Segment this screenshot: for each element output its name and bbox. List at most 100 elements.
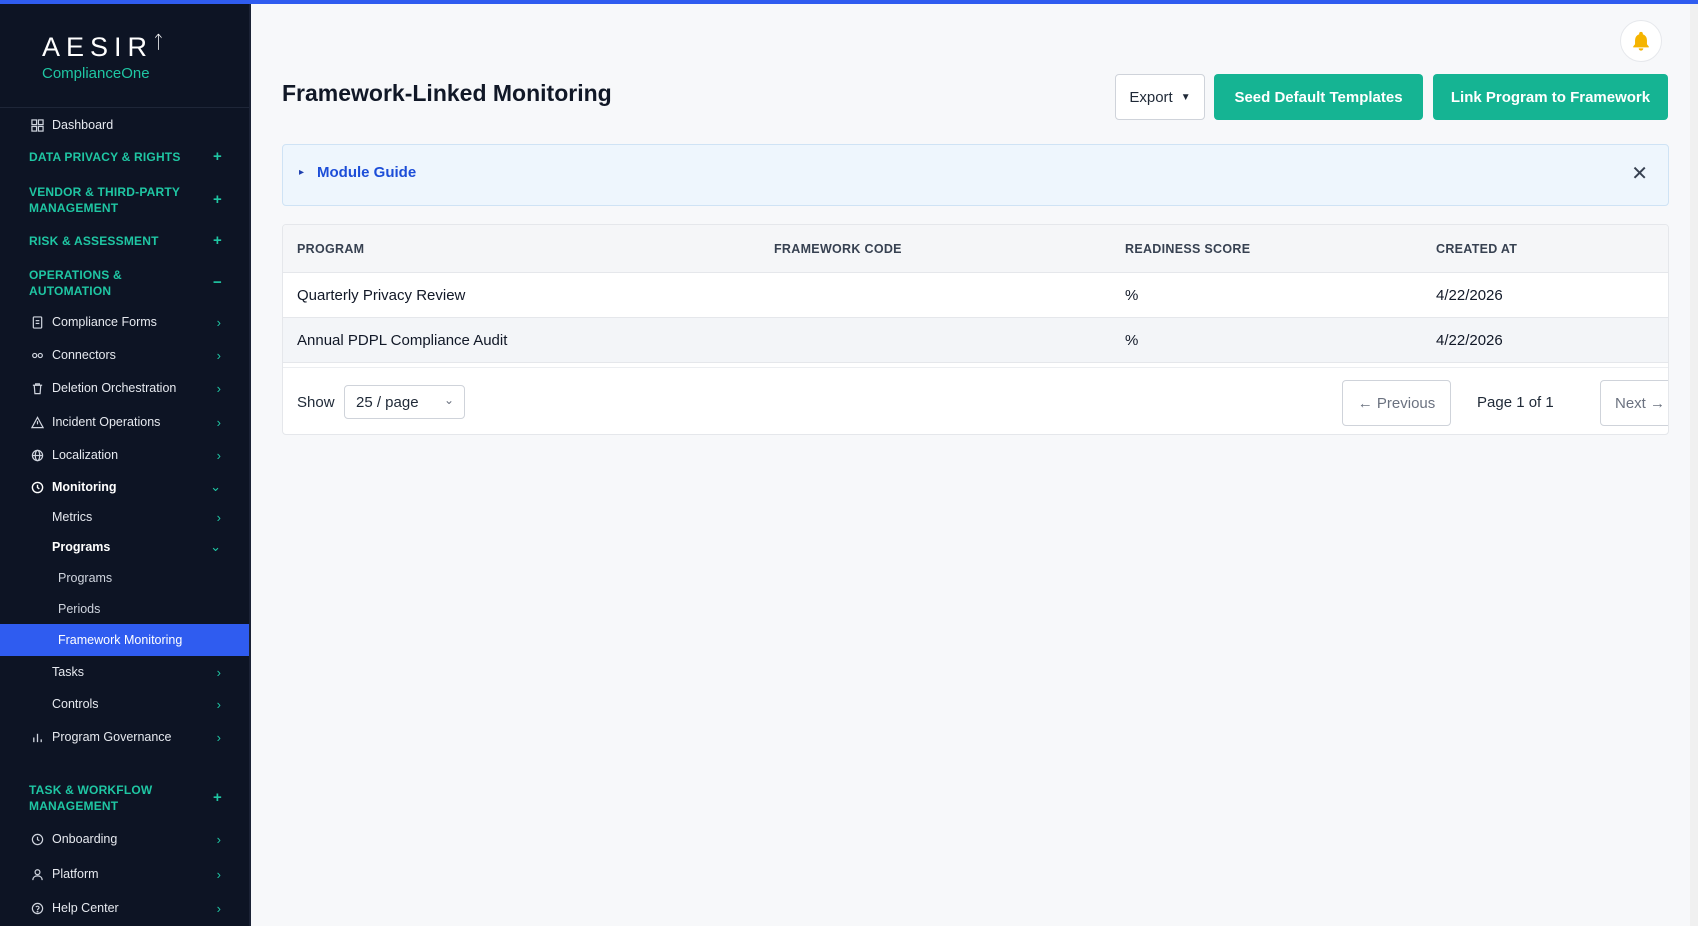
column-header-created-at[interactable]: CREATED AT [1436,242,1517,256]
link-program-button[interactable]: Link Program to Framework [1433,74,1668,120]
next-page-button[interactable]: Next → [1600,380,1668,426]
section-task-workflow[interactable]: TASK & WORKFLOW MANAGEMENT + [0,782,249,814]
chevron-right-icon: › [216,866,221,882]
sidebar-item-platform[interactable]: Platform › [0,861,249,887]
grid-icon [29,117,45,133]
section-label: VENDOR & THIRD-PARTY MANAGEMENT [29,185,180,215]
sidebar-item-framework-monitoring[interactable]: Framework Monitoring [0,624,249,656]
sidebar-item-label: Help Center [52,901,119,915]
user-icon [29,866,45,882]
sidebar-item-label: Onboarding [52,832,118,846]
chevron-right-icon: › [216,900,221,916]
sidebar-item-label: Deletion Orchestration [52,381,177,395]
sidebar-item-help-center[interactable]: Help Center › [0,895,249,921]
sidebar-item-label: Monitoring [52,480,117,494]
seed-templates-button[interactable]: Seed Default Templates [1214,74,1423,120]
sidebar-item-controls[interactable]: Controls › [0,691,249,717]
sidebar-item-label: Compliance Forms [52,315,157,329]
section-data-privacy[interactable]: DATA PRIVACY & RIGHTS + [0,149,249,165]
column-header-framework-code[interactable]: FRAMEWORK CODE [774,242,902,256]
page-title: Framework-Linked Monitoring [282,80,612,106]
section-vendor[interactable]: VENDOR & THIRD-PARTY MANAGEMENT + [0,184,249,216]
pagination-bar: Show 25 / page ⌄ ← Previous Page 1 of 1 … [283,367,1668,434]
previous-page-button[interactable]: ← Previous [1342,380,1451,426]
caret-down-icon: ▼ [1180,91,1191,103]
chevron-right-icon: › [216,380,221,396]
programs-table-card: PROGRAM FRAMEWORK CODE READINESS SCORE C… [282,224,1669,435]
sidebar-item-label: Periods [58,602,101,616]
table-header: PROGRAM FRAMEWORK CODE READINESS SCORE C… [283,225,1668,273]
module-guide[interactable]: ▸ Module Guide ✕ [282,144,1669,206]
sidebar-item-label: Tasks [52,665,84,679]
expand-icon: + [213,789,222,806]
page-scrollbar[interactable] [1690,4,1698,926]
cell-program: Annual PDPL Compliance Audit [297,332,508,349]
expand-icon: + [213,148,222,165]
cell-created: 4/22/2026 [1436,287,1503,304]
export-button[interactable]: Export ▼ [1115,74,1205,120]
sidebar-item-monitoring[interactable]: Monitoring ⌄ [0,474,249,500]
trash-icon [29,380,45,396]
main-content: Framework-Linked Monitoring Export ▼ See… [251,4,1698,926]
chevron-down-icon: ⌄ [210,539,221,554]
column-header-program[interactable]: PROGRAM [297,242,364,256]
sidebar-item-metrics[interactable]: Metrics › [0,504,249,530]
sidebar-item-label: Localization [52,448,119,462]
sidebar-item-tasks[interactable]: Tasks › [0,659,249,685]
sidebar-item-dashboard[interactable]: Dashboard [0,112,249,138]
cell-readiness: % [1125,332,1139,349]
table-row[interactable]: Quarterly Privacy Review % 4/22/2026 [283,273,1668,318]
sidebar-item-compliance-forms[interactable]: Compliance Forms › [0,309,249,335]
section-label: OPERATIONS & AUTOMATION [29,268,122,298]
module-guide-title[interactable]: Module Guide [317,164,416,181]
chevron-right-icon: › [216,414,221,430]
link-icon [29,347,45,363]
cell-program: Quarterly Privacy Review [297,287,466,304]
page-size-value: 25 / page [356,394,419,411]
sidebar-item-label: Programs [52,540,111,554]
cell-created: 4/22/2026 [1436,332,1503,349]
sidebar-item-programs-list[interactable]: Programs [0,565,249,591]
chevron-right-icon: › [216,729,221,745]
section-operations[interactable]: OPERATIONS & AUTOMATION − [0,267,249,299]
brand-name: AESIRᛏ [42,32,164,62]
chevron-right-icon: › [216,509,221,525]
sidebar-item-incident[interactable]: Incident Operations › [0,409,249,435]
sidebar-item-localization[interactable]: Localization › [0,442,249,468]
chevron-right-icon: › [216,347,221,363]
sidebar-item-label: Incident Operations [52,415,161,429]
help-icon [29,900,45,916]
sidebar-item-label: Metrics [52,510,93,524]
table-row[interactable]: Annual PDPL Compliance Audit % 4/22/2026 [283,318,1668,363]
globe-icon [29,447,45,463]
bell-icon [1633,31,1649,51]
page-size-select[interactable]: 25 / page ⌄ [344,385,465,419]
sidebar-item-label: Connectors [52,348,116,362]
sidebar-item-programs[interactable]: Programs ⌄ [0,534,249,560]
brand-logo[interactable]: AESIRᛏ ComplianceOne [0,4,251,108]
brand-subtitle: ComplianceOne [42,65,150,82]
sidebar-item-deletion[interactable]: Deletion Orchestration › [0,375,249,401]
collapse-icon: − [213,274,222,291]
bar-chart-icon [29,729,45,745]
top-accent-bar [0,0,1698,4]
column-header-readiness-score[interactable]: READINESS SCORE [1125,242,1250,256]
sidebar-item-program-governance[interactable]: Program Governance › [0,724,249,750]
notifications-button[interactable] [1620,20,1662,62]
sidebar-item-periods[interactable]: Periods [0,596,249,622]
chevron-right-icon: › [216,314,221,330]
document-icon [29,314,45,330]
section-label: DATA PRIVACY & RIGHTS [29,150,181,164]
section-label: RISK & ASSESSMENT [29,234,159,248]
sidebar-item-label: Dashboard [52,118,114,132]
sidebar-item-onboarding[interactable]: Onboarding › [0,826,249,852]
sidebar-item-connectors[interactable]: Connectors › [0,342,249,368]
warning-icon [29,414,45,430]
chevron-right-icon: › [216,831,221,847]
expand-icon: + [213,232,222,249]
chevron-down-icon: ⌄ [443,393,454,407]
section-risk[interactable]: RISK & ASSESSMENT + [0,233,249,249]
close-icon[interactable]: ✕ [1631,161,1648,186]
spark-icon: ᛏ [153,32,164,52]
sidebar-item-label: Programs [58,571,113,585]
